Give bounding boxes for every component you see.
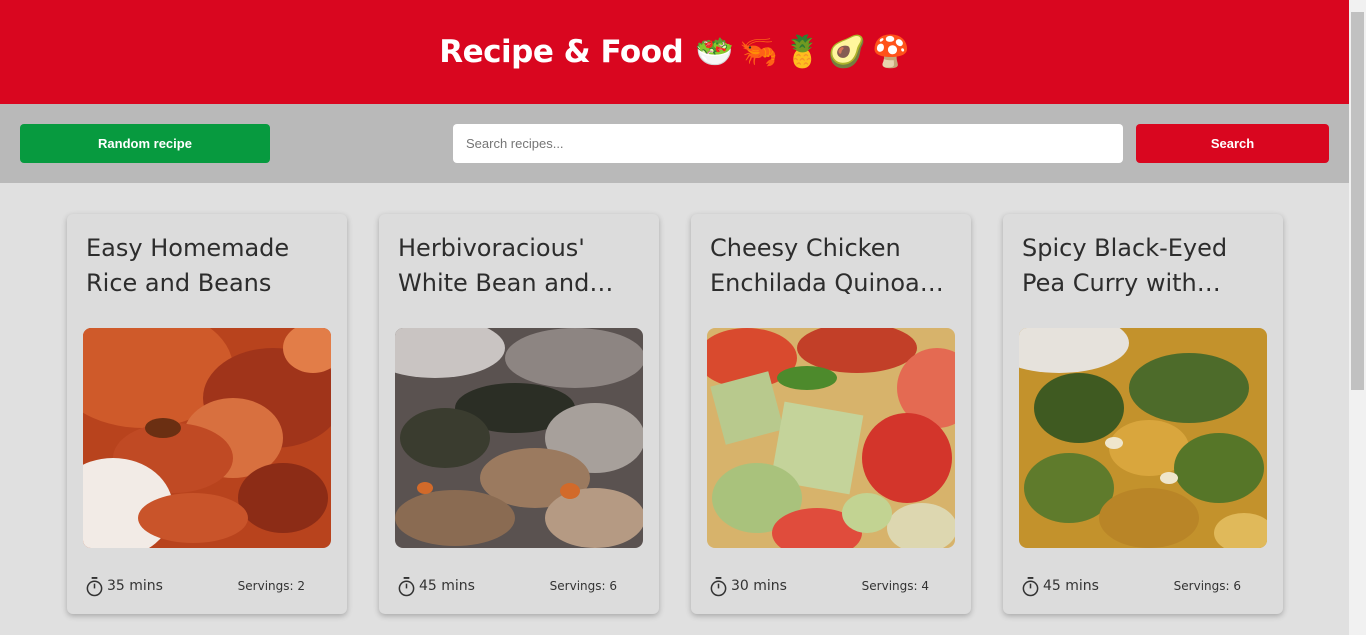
rice-and-beans-photo[interactable] [83, 328, 331, 548]
avocado-icon: 🥑 [827, 33, 867, 70]
timer-icon [86, 576, 103, 596]
recipe-meta: 45 mins Servings: 6 [1021, 573, 1261, 599]
recipe-card[interactable]: Herbivoracious' White Bean and Kale Soup [379, 214, 659, 614]
cook-time-text: 45 mins [419, 578, 475, 594]
shrimp-icon: 🦐 [739, 33, 778, 70]
servings: Servings: 4 [861, 579, 929, 593]
cook-time-text: 35 mins [107, 578, 163, 594]
recipe-card[interactable]: Cheesy Chicken Enchilada Quinoa Casserol… [691, 214, 971, 614]
recipe-card[interactable]: Easy Homemade Rice and Beans 35 mins Ser… [67, 214, 347, 614]
quinoa-casserole-photo[interactable] [707, 328, 955, 548]
recipe-title[interactable]: Cheesy Chicken Enchilada Quinoa Casserol… [710, 231, 950, 301]
salad-icon: 🥗 [695, 33, 734, 70]
recipe-card-list: Easy Homemade Rice and Beans 35 mins Ser… [67, 214, 1283, 614]
cook-time-text: 30 mins [731, 578, 787, 594]
pineapple-icon: 🍍 [783, 33, 822, 70]
random-recipe-button[interactable]: Random recipe [20, 124, 270, 163]
food-emoji-row: 🥗 🦐 🍍 🥑 🍄 [695, 33, 911, 70]
bean-kale-soup-photo[interactable] [395, 328, 643, 548]
servings: Servings: 2 [237, 579, 305, 593]
search-button[interactable]: Search [1136, 124, 1329, 163]
servings: Servings: 6 [1173, 579, 1241, 593]
black-eyed-pea-curry-photo[interactable] [1019, 328, 1267, 548]
search-toolbar: Random recipe Search [0, 104, 1349, 183]
site-title-text: Recipe & Food [439, 34, 684, 70]
recipe-title[interactable]: Spicy Black-Eyed Pea Curry with Swiss Ch… [1022, 231, 1262, 301]
cook-time: 35 mins [85, 576, 163, 597]
vertical-scrollbar[interactable] [1349, 0, 1366, 635]
mushroom-icon: 🍄 [871, 33, 911, 70]
recipe-meta: 30 mins Servings: 4 [709, 573, 949, 599]
recipe-title[interactable]: Herbivoracious' White Bean and Kale Soup [398, 231, 638, 301]
timer-icon [710, 576, 727, 596]
recipe-card[interactable]: Spicy Black-Eyed Pea Curry with Swiss Ch… [1003, 214, 1283, 614]
cook-time: 45 mins [1021, 576, 1099, 597]
site-title: Recipe & Food 🥗 🦐 🍍 🥑 🍄 [439, 33, 911, 70]
site-header: Recipe & Food 🥗 🦐 🍍 🥑 🍄 [0, 0, 1349, 104]
recipe-meta: 35 mins Servings: 2 [85, 573, 325, 599]
search-input[interactable] [453, 124, 1123, 163]
servings: Servings: 6 [549, 579, 617, 593]
recipe-title[interactable]: Easy Homemade Rice and Beans [86, 231, 326, 301]
cook-time: 30 mins [709, 576, 787, 597]
recipe-meta: 45 mins Servings: 6 [397, 573, 637, 599]
timer-icon [398, 576, 415, 596]
scrollbar-thumb[interactable] [1351, 12, 1364, 390]
cook-time: 45 mins [397, 576, 475, 597]
timer-icon [1022, 576, 1039, 596]
cook-time-text: 45 mins [1043, 578, 1099, 594]
